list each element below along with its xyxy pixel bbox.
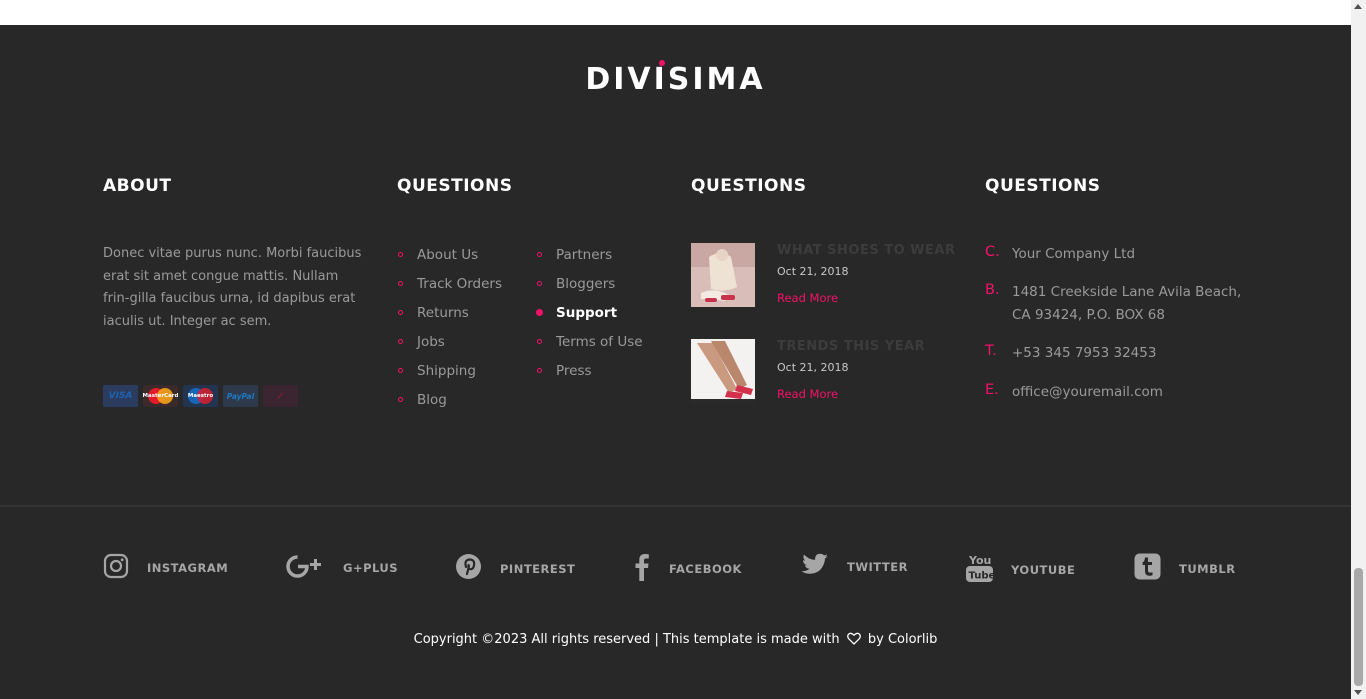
social-label-facebook: FACEBOOK [669,562,742,576]
paypal-icon: PayPal [223,385,258,407]
scrollbar-thumb[interactable] [1354,568,1363,686]
list-item-track-orders[interactable]: Track Orders [397,274,502,303]
list-item-bloggers[interactable]: Bloggers [536,274,643,303]
heart-icon [846,632,861,645]
list-item-jobs[interactable]: Jobs [397,332,502,361]
svg-text:Tube: Tube [969,571,994,582]
contact-letter-t: T. [985,343,997,359]
google-plus-icon [286,555,321,578]
post-date-1: Oct 21, 2018 [777,265,849,278]
footer-divider [0,505,1351,507]
list-item-support[interactable]: Support [536,303,643,332]
blog-post-1: WHAT SHOES TO WEAR Oct 21, 2018 Read Mor… [691,243,971,307]
post-title-1[interactable]: WHAT SHOES TO WEAR [777,243,955,258]
blog-post-2: TRENDS THIS YEAR Oct 21, 2018 Read More [691,339,971,403]
post-thumbnail-2[interactable] [691,339,755,403]
social-label-instagram: INSTAGRAM [147,561,229,575]
social-link-youtube[interactable]: You Tube YOUTUBE [966,553,1075,583]
scroll-up-arrow-icon[interactable] [1354,4,1362,9]
questions-links-title: QUESTIONS [397,176,513,196]
svg-text:You: You [968,554,991,567]
shoes-photo-1-icon [691,243,755,307]
list-item-returns[interactable]: Returns [397,303,502,332]
copyright-text: Copyright ©2023 All rights reserved | Th… [0,632,1351,647]
list-item-terms-of-use[interactable]: Terms of Use [536,332,643,361]
youtube-icon: You Tube [966,554,994,582]
post-read-more-2[interactable]: Read More [777,387,838,401]
page-scrollbar[interactable] [1351,0,1366,699]
questions-posts-title: QUESTIONS [691,176,807,196]
pinterest-icon [456,554,481,579]
list-item-blog[interactable]: Blog [397,390,502,419]
contact-letter-c: C. [985,244,1000,260]
shoes-photo-2-icon [691,339,755,403]
list-item-partners[interactable]: Partners [536,245,643,274]
twitter-icon [801,553,828,574]
post-title-2[interactable]: TRENDS THIS YEAR [777,339,925,354]
footer-logo[interactable]: DIVISIMA [0,62,1351,97]
mastercard-icon: MasterCard [143,385,178,407]
contact-phone-text: +53 345 7953 32453 [1012,345,1157,361]
verisign-icon: ✓ [263,385,298,407]
post-thumbnail-1[interactable] [691,243,755,307]
contact-email-text[interactable]: office@youremail.com [1012,381,1163,404]
colorlib-link[interactable]: Colorlib [888,632,937,647]
contact-company-text: Your Company Ltd [1012,246,1136,262]
logo-accent-dot [659,60,665,66]
payment-methods: VISA MasterCard Maestro PayPal ✓ [103,385,298,407]
social-link-tumblr[interactable]: TUMBLR [1134,553,1236,580]
social-label-youtube: YOUTUBE [1011,563,1076,577]
social-label-twitter: TWITTER [847,560,908,574]
questions-list-right: Partners Bloggers Support Terms of Use P… [536,245,643,390]
social-link-twitter[interactable]: TWITTER [801,553,908,577]
questions-contact-title: QUESTIONS [985,176,1101,196]
social-link-instagram[interactable]: INSTAGRAM [103,553,228,579]
contact-letter-b: B. [985,282,1000,298]
post-date-2: Oct 21, 2018 [777,361,849,374]
visa-icon: VISA [103,385,138,407]
post-read-more-1[interactable]: Read More [777,291,838,305]
list-item-about-us[interactable]: About Us [397,245,502,274]
page-top-strip [0,0,1351,25]
social-label-pinterest: PINTEREST [500,561,576,576]
social-label-tumblr: TUMBLR [1179,561,1236,576]
contact-letter-e: E. [985,382,999,398]
social-link-google-plus[interactable]: G+PLUS [285,553,398,579]
about-title: ABOUT [103,176,172,196]
copyright-after: by [867,632,884,647]
maestro-icon: Maestro [183,385,218,407]
social-link-facebook[interactable]: FACEBOOK [633,553,742,581]
social-link-pinterest[interactable]: PINTEREST [455,553,575,580]
list-item-shipping[interactable]: Shipping [397,361,502,390]
copyright-before: Copyright ©2023 All rights reserved | Th… [413,632,840,647]
facebook-icon [635,554,649,581]
questions-list-left: About Us Track Orders Returns Jobs Shipp… [397,245,502,419]
tumblr-icon [1134,553,1161,580]
scroll-down-arrow-icon[interactable] [1354,690,1362,695]
contact-address-text: 1481 Creekside Lane Avila Beach, CA 9342… [1012,284,1242,323]
list-item-press[interactable]: Press [536,361,643,390]
about-text: Donec vitae purus nunc. Morbi faucibus e… [103,246,362,329]
social-label-google-plus: G+PLUS [343,561,399,575]
instagram-icon [103,553,129,579]
